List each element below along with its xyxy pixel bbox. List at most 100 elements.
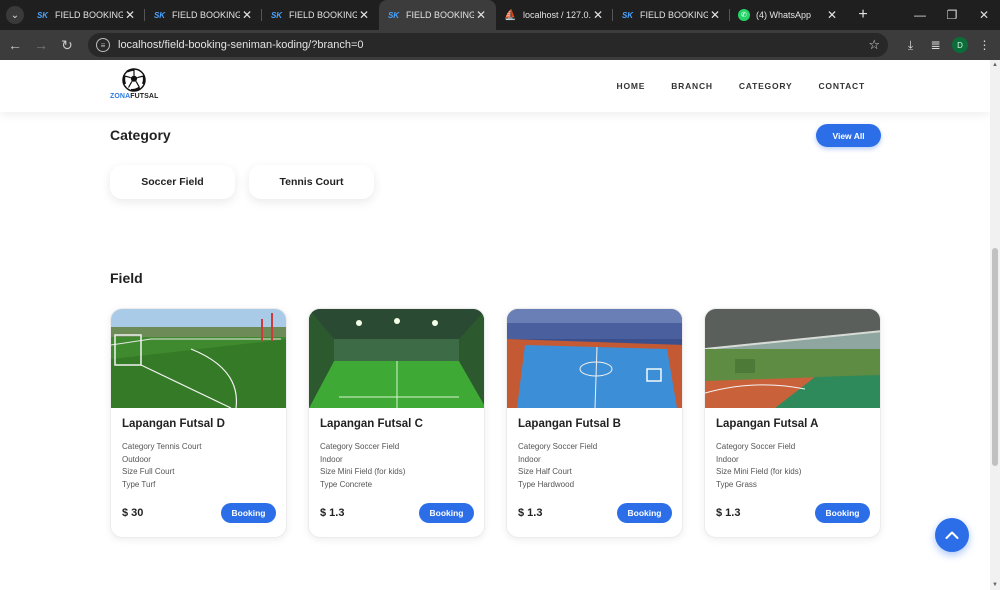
field-type: Type Concrete bbox=[320, 479, 373, 489]
soccer-ball-icon bbox=[122, 68, 146, 92]
nav-category-link[interactable]: CATEGORY bbox=[739, 81, 793, 91]
new-tab-plus-icon[interactable]: + bbox=[851, 6, 875, 24]
field-card[interactable]: Lapangan Futsal C Category Soccer Field … bbox=[308, 308, 485, 538]
logo-wordmark: ZONAFUTSAL bbox=[110, 93, 158, 100]
site-logo[interactable]: ZONAFUTSAL bbox=[110, 68, 160, 104]
toolbar-actions: ⤓ ≣ D ⋮ bbox=[898, 32, 997, 58]
field-category: Category Soccer Field bbox=[518, 442, 598, 451]
tab-close-icon[interactable]: ✕ bbox=[357, 8, 371, 22]
field-category: Category Tennis Court bbox=[122, 442, 202, 451]
browser-tab-strip: ⌄ SK FIELD BOOKING - ✕ SK FIELD BOOKING … bbox=[0, 0, 1000, 30]
profile-avatar[interactable]: D bbox=[952, 37, 968, 53]
logo-text-part1: ZONA bbox=[110, 93, 131, 100]
field-card[interactable]: Lapangan Futsal A Category Soccer Field … bbox=[704, 308, 881, 538]
main-nav: HOME BRANCH CATEGORY CONTACT bbox=[591, 60, 866, 112]
browser-tab[interactable]: SK FIELD BOOKING - ✕ bbox=[145, 0, 262, 30]
nav-home-link[interactable]: HOME bbox=[617, 81, 646, 91]
logo-text-part2: FUTSAL bbox=[130, 93, 159, 100]
phpmyadmin-icon: ⛵ bbox=[504, 9, 517, 21]
category-section-title: Category bbox=[110, 127, 171, 143]
category-card-tennis-court[interactable]: Tennis Court bbox=[249, 165, 374, 199]
field-photo-indoor-hardwood bbox=[507, 309, 682, 408]
tab-title: FIELD BOOKING - bbox=[55, 10, 123, 20]
page-scrollbar[interactable]: ▲ ▼ bbox=[990, 60, 1000, 590]
browser-tab[interactable]: ✆ (4) WhatsApp ✕ bbox=[730, 0, 847, 30]
field-name: Lapangan Futsal D bbox=[122, 418, 225, 430]
bookmark-star-icon[interactable]: ☆ bbox=[868, 37, 880, 53]
site-info-icon[interactable]: ≡ bbox=[96, 38, 110, 52]
media-queue-icon[interactable]: ≣ bbox=[923, 32, 948, 58]
field-type: Type Hardwood bbox=[518, 479, 575, 489]
back-to-top-button[interactable] bbox=[935, 518, 969, 552]
field-photo-outdoor-turf bbox=[111, 309, 286, 408]
site-header: ZONAFUTSAL HOME BRANCH CATEGORY CONTACT bbox=[0, 60, 990, 112]
browser-tab[interactable]: SK FIELD BOOKING - ✕ bbox=[28, 0, 145, 30]
view-all-button[interactable]: View All bbox=[816, 124, 881, 147]
field-card[interactable]: Lapangan Futsal D Category Tennis Court … bbox=[110, 308, 287, 538]
tab-title: (4) WhatsApp bbox=[756, 10, 812, 20]
whatsapp-icon: ✆ bbox=[738, 9, 750, 21]
tab-title: FIELD BOOKING S bbox=[406, 10, 474, 20]
field-category: Category Soccer Field bbox=[716, 442, 796, 451]
minimize-icon[interactable]: — bbox=[904, 0, 936, 30]
browser-tab[interactable]: SK FIELD BOOKING - ✕ bbox=[262, 0, 379, 30]
field-photo-indoor-grass bbox=[705, 309, 880, 408]
browser-tab-active[interactable]: SK FIELD BOOKING S ✕ bbox=[379, 0, 496, 30]
download-icon[interactable]: ⤓ bbox=[898, 32, 923, 58]
field-size: Size Full Court bbox=[122, 467, 175, 476]
nav-contact-link[interactable]: CONTACT bbox=[818, 81, 865, 91]
field-details: Category Tennis Court Outdoor Size Full … bbox=[122, 441, 201, 491]
page-viewport: ZONAFUTSAL HOME BRANCH CATEGORY CONTACT … bbox=[0, 60, 990, 590]
field-location: Indoor bbox=[320, 454, 343, 464]
field-price: $ 1.3 bbox=[716, 507, 741, 519]
window-controls: — ❐ ✕ bbox=[904, 0, 1000, 30]
field-location: Indoor bbox=[518, 454, 541, 464]
field-details: Category Soccer Field Indoor Size Mini F… bbox=[320, 441, 405, 491]
sk-favicon-icon: SK bbox=[621, 10, 634, 20]
tab-close-icon[interactable]: ✕ bbox=[708, 8, 722, 22]
address-url[interactable]: localhost/field-booking-seniman-koding/?… bbox=[118, 39, 868, 51]
sk-favicon-icon: SK bbox=[270, 10, 283, 20]
sk-favicon-icon: SK bbox=[387, 10, 400, 20]
browser-tab[interactable]: ⛵ localhost / 127.0.0 ✕ bbox=[496, 0, 613, 30]
field-price: $ 1.3 bbox=[320, 507, 345, 519]
reload-icon[interactable]: ↻ bbox=[54, 32, 80, 58]
browser-tab[interactable]: SK FIELD BOOKING - ✕ bbox=[613, 0, 730, 30]
restore-icon[interactable]: ❐ bbox=[936, 0, 968, 30]
tab-title: FIELD BOOKING - bbox=[289, 10, 357, 20]
booking-button[interactable]: Booking bbox=[419, 503, 474, 523]
booking-button[interactable]: Booking bbox=[815, 503, 870, 523]
field-size: Size Half Court bbox=[518, 467, 572, 476]
field-card[interactable]: Lapangan Futsal B Category Soccer Field … bbox=[506, 308, 683, 538]
field-size: Size Mini Field (for kids) bbox=[716, 467, 802, 476]
field-size: Size Mini Field (for kids) bbox=[320, 467, 406, 476]
field-name: Lapangan Futsal A bbox=[716, 418, 819, 430]
tab-close-icon[interactable]: ✕ bbox=[123, 8, 137, 22]
sk-favicon-icon: SK bbox=[36, 10, 49, 20]
tab-close-icon[interactable]: ✕ bbox=[240, 8, 254, 22]
forward-arrow-icon[interactable]: → bbox=[28, 32, 54, 58]
field-price: $ 1.3 bbox=[518, 507, 543, 519]
more-menu-icon[interactable]: ⋮ bbox=[972, 32, 997, 58]
tab-close-icon[interactable]: ✕ bbox=[591, 8, 605, 22]
field-details: Category Soccer Field Indoor Size Half C… bbox=[518, 441, 597, 491]
tab-title: FIELD BOOKING - bbox=[640, 10, 708, 20]
nav-branch-link[interactable]: BRANCH bbox=[671, 81, 713, 91]
address-bar[interactable]: ≡ localhost/field-booking-seniman-koding… bbox=[88, 33, 888, 57]
scroll-down-arrow-icon[interactable]: ▼ bbox=[990, 580, 1000, 590]
scrollbar-thumb[interactable] bbox=[992, 248, 998, 466]
tab-search-chevron-icon[interactable]: ⌄ bbox=[6, 6, 24, 24]
back-arrow-icon[interactable]: ← bbox=[2, 32, 28, 58]
field-type: Type Grass bbox=[716, 479, 757, 489]
field-type: Type Turf bbox=[122, 479, 156, 489]
category-card-soccer-field[interactable]: Soccer Field bbox=[110, 165, 235, 199]
booking-button[interactable]: Booking bbox=[221, 503, 276, 523]
tab-close-icon[interactable]: ✕ bbox=[474, 8, 488, 22]
booking-button[interactable]: Booking bbox=[617, 503, 672, 523]
field-category: Category Soccer Field bbox=[320, 442, 400, 451]
tab-close-icon[interactable]: ✕ bbox=[825, 8, 839, 22]
tab-title: localhost / 127.0.0 bbox=[523, 10, 591, 20]
field-photo-indoor-concrete bbox=[309, 309, 484, 408]
window-close-icon[interactable]: ✕ bbox=[968, 0, 1000, 30]
scroll-up-arrow-icon[interactable]: ▲ bbox=[990, 60, 1000, 70]
